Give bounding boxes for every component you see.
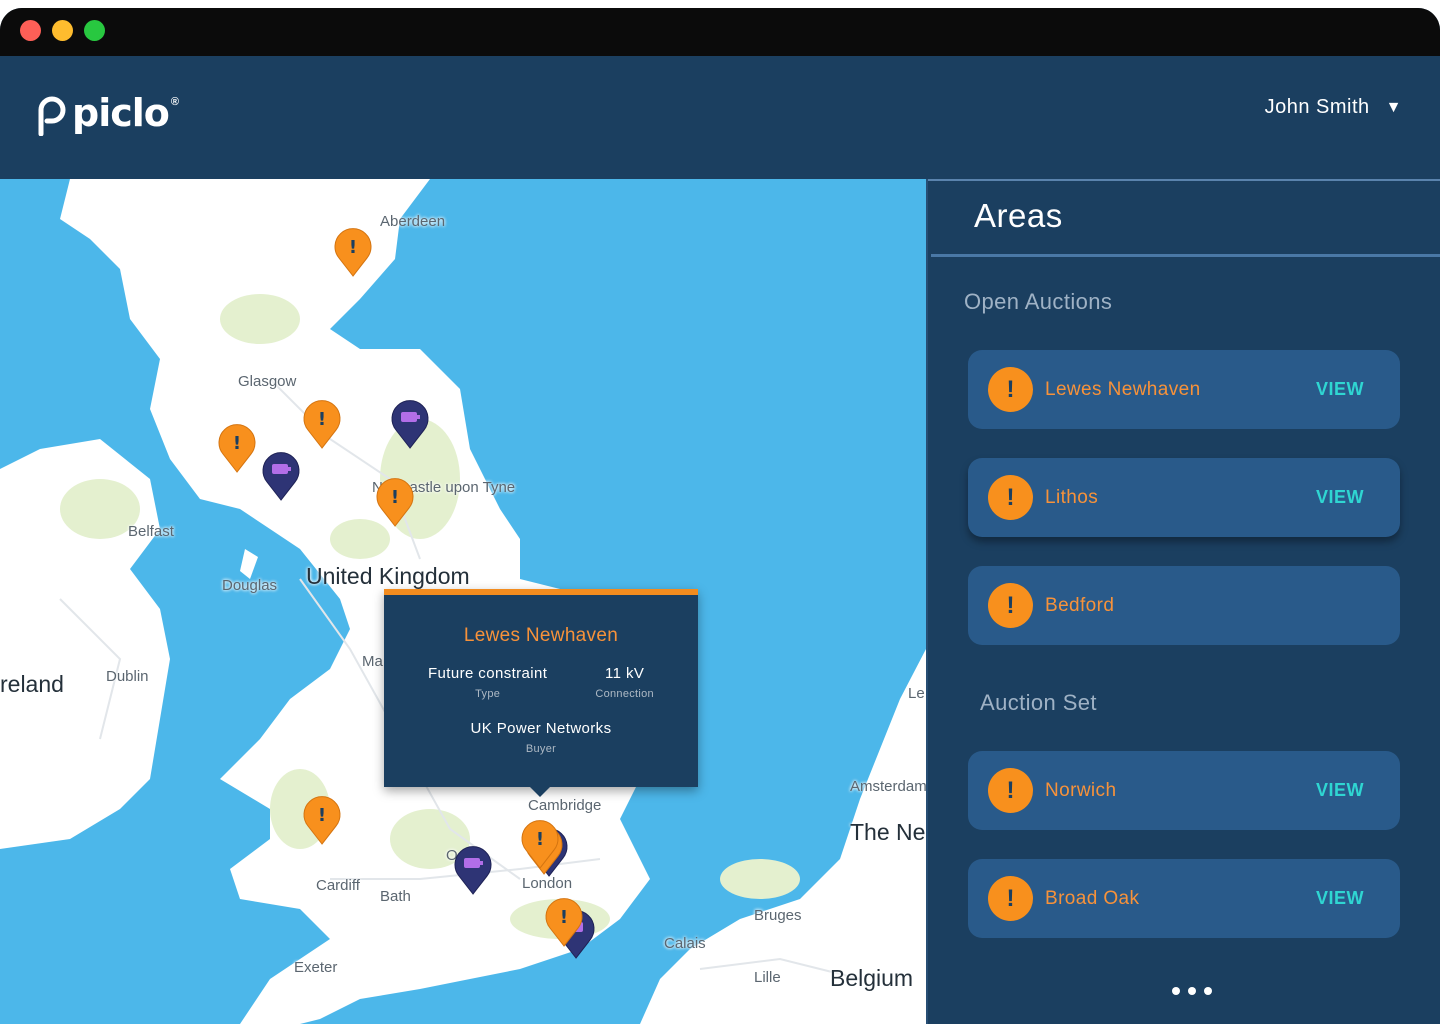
svg-text:!: ! — [536, 829, 544, 850]
map-label-bath: Bath — [380, 888, 411, 905]
svg-text:!: ! — [318, 805, 326, 826]
map-label-cardiff: Cardiff — [316, 877, 360, 894]
map-label-lille: Lille — [754, 969, 781, 986]
map-label-united-kingdom: United Kingdom — [306, 563, 470, 589]
popup-type-value: Future constraint — [427, 665, 548, 682]
popup-buyer-value: UK Power Networks — [470, 720, 612, 737]
view-button[interactable]: VIEW — [1316, 780, 1364, 801]
app-header: piclo ® John Smith ▼ — [0, 56, 1440, 179]
area-name: Broad Oak — [1045, 887, 1140, 909]
alert-icon: ! — [988, 768, 1033, 813]
area-name: Lithos — [1045, 486, 1099, 508]
svg-text:!: ! — [349, 237, 357, 258]
alert-icon: ! — [988, 475, 1033, 520]
piclo-logo[interactable]: piclo ® — [36, 91, 179, 136]
alert-map-pin[interactable]: ! — [520, 817, 560, 869]
popup-connection: 11 kV Connection — [595, 665, 654, 700]
area-card-lithos[interactable]: ! Lithos VIEW — [968, 458, 1400, 537]
battery-map-pin[interactable] — [390, 397, 430, 449]
map-label-exeter: Exeter — [294, 959, 338, 976]
svg-text:!: ! — [233, 433, 241, 454]
map-label-bruges: Bruges — [754, 907, 802, 924]
caret-down-icon: ▼ — [1385, 98, 1402, 116]
map-label-cambridge: Cambridge — [528, 797, 602, 814]
alert-map-pin[interactable]: ! — [333, 225, 373, 277]
minimize-window-button[interactable] — [52, 20, 73, 41]
more-dots-icon[interactable] — [1172, 987, 1212, 1001]
alert-icon: ! — [988, 367, 1033, 412]
svg-text:!: ! — [560, 907, 568, 928]
svg-text:!: ! — [391, 487, 399, 508]
map-label-calais: Calais — [664, 935, 706, 952]
view-button[interactable]: VIEW — [1316, 487, 1364, 508]
svg-text:!: ! — [318, 409, 326, 430]
map-label-manchester: Ma — [362, 653, 383, 670]
alert-icon: ! — [988, 876, 1033, 921]
logo-text: piclo — [72, 91, 170, 135]
alert-map-pin[interactable]: ! — [544, 895, 584, 947]
map-label-glasgow: Glasgow — [238, 373, 297, 390]
map-label-belgium: Belgium — [830, 965, 914, 991]
area-card-broad-oak[interactable]: ! Broad Oak VIEW — [968, 859, 1400, 938]
piclo-logo-icon — [38, 96, 66, 136]
area-info-popup: Lewes Newhaven Future constraint Type 11… — [384, 589, 698, 797]
area-card-bedford[interactable]: ! Bedford — [968, 566, 1400, 645]
map-label-netherlands: The Ne — [850, 819, 926, 845]
area-card-norwich[interactable]: ! Norwich VIEW — [968, 751, 1400, 830]
popup-title: Lewes Newhaven — [463, 625, 619, 646]
popup-type: Future constraint Type — [428, 665, 547, 700]
alert-map-pin[interactable]: ! — [375, 475, 415, 527]
area-name: Lewes Newhaven — [1045, 378, 1201, 400]
popup-connection-value: 11 kV — [605, 665, 645, 682]
area-name: Bedford — [1045, 594, 1115, 616]
popup-connection-label: Connection — [595, 688, 654, 700]
battery-map-pin[interactable] — [261, 449, 301, 501]
panel-divider — [928, 179, 1440, 181]
user-name: John Smith — [1264, 96, 1370, 118]
panel-title: Areas — [974, 197, 1063, 234]
map-view[interactable]: Aberdeen Glasgow Newcastle upon Tyne Bel… — [0, 179, 926, 1024]
alert-map-pin[interactable]: ! — [302, 793, 342, 845]
window-titlebar — [0, 8, 1440, 56]
alert-map-pin[interactable]: ! — [217, 421, 257, 473]
alert-icon: ! — [988, 583, 1033, 628]
app-window: piclo ® John Smith ▼ Aberdeen Glasgow Ne… — [0, 8, 1440, 1024]
section-open-auctions: Open Auctions — [964, 289, 1113, 314]
battery-map-pin[interactable] — [453, 843, 493, 895]
popup-type-label: Type — [475, 688, 501, 700]
map-label-amsterdam: Amsterdam — [850, 778, 926, 795]
map-label-douglas: Douglas — [222, 577, 278, 594]
close-window-button[interactable] — [20, 20, 41, 41]
areas-panel: Areas Open Auctions ! Lewes Newhaven VIE… — [926, 179, 1440, 1024]
map-label-london: London — [522, 875, 573, 892]
area-name: Norwich — [1045, 779, 1117, 801]
area-card-lewes-newhaven[interactable]: ! Lewes Newhaven VIEW — [968, 350, 1400, 429]
user-menu[interactable]: John Smith ▼ — [1265, 96, 1402, 119]
alert-map-pin[interactable]: ! — [302, 397, 342, 449]
map-label-dublin: Dublin — [106, 668, 149, 685]
map-label-leeuwarden: Le — [908, 685, 925, 702]
map-label-ireland: reland — [0, 671, 64, 697]
view-button[interactable]: VIEW — [1316, 888, 1364, 909]
popup-buyer-label: Buyer — [525, 743, 557, 755]
popup-buyer: UK Power Networks Buyer — [384, 720, 698, 755]
map-label-aberdeen: Aberdeen — [380, 213, 446, 230]
isle-of-man — [240, 549, 258, 579]
map-label-belfast: Belfast — [128, 523, 174, 540]
view-button[interactable]: VIEW — [1316, 379, 1364, 400]
section-auction-set: Auction Set — [980, 690, 1097, 715]
maximize-window-button[interactable] — [84, 20, 105, 41]
title-underline — [931, 254, 1440, 257]
registered-mark: ® — [170, 96, 179, 108]
